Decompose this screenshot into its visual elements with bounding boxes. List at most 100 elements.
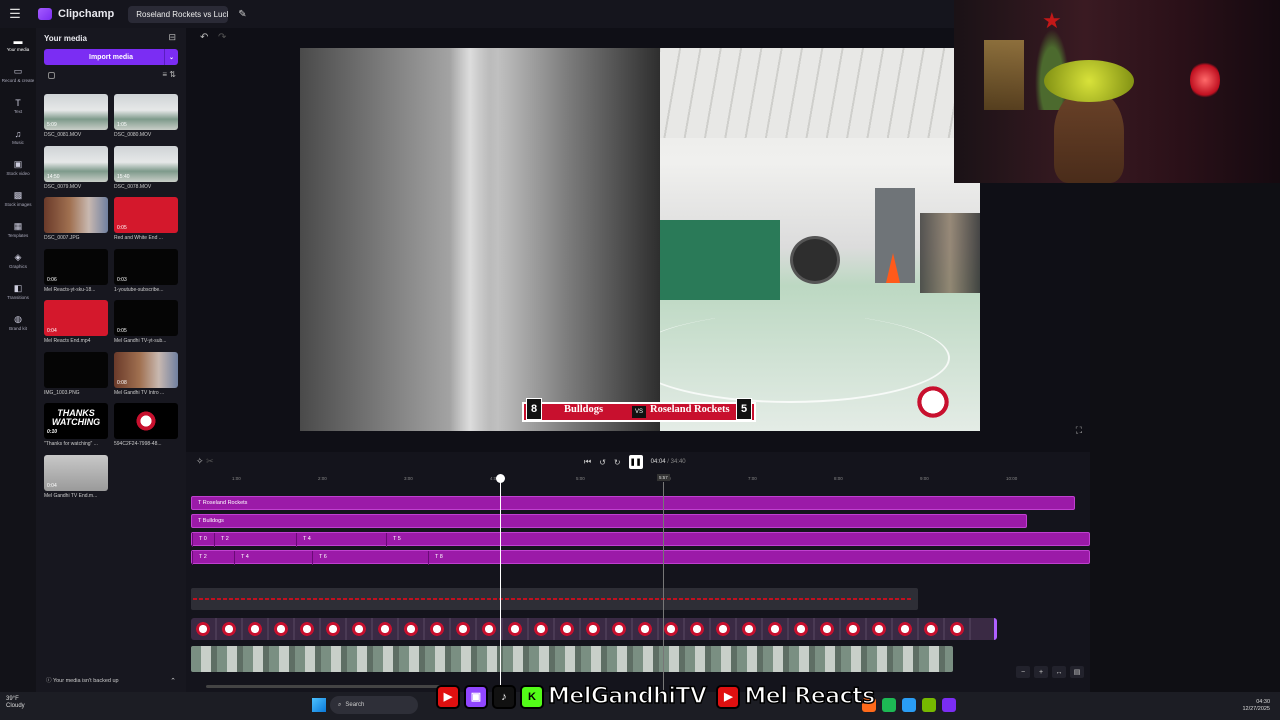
magic-icon[interactable]: ✧	[196, 456, 204, 466]
collapse-panel-icon[interactable]: ⊟	[168, 32, 176, 43]
media-item[interactable]: 594C2F24-7998-48...	[114, 403, 178, 455]
text-clip[interactable]: T 8	[428, 551, 443, 565]
timeline: ✧ ✂ ⏮ ↺ ↻ ❚❚ 04:04 / 34:40 1:00 2:00 3:0…	[186, 452, 1090, 692]
text-clip[interactable]: T 0	[192, 533, 207, 547]
text-clip[interactable]: T 6	[312, 551, 327, 565]
playback-controls: ⏮ ↺ ↻ ❚❚ 04:04 / 34:40	[584, 455, 686, 469]
nav-text[interactable]: T Text	[0, 90, 36, 121]
logo-frame-icon	[897, 621, 913, 637]
skip-back-icon[interactable]: ⏮	[584, 457, 591, 467]
media-item[interactable]: 0:04 Mel Reacts End.mp4	[44, 300, 108, 352]
video-clip[interactable]	[191, 646, 953, 672]
nav-transitions[interactable]: ◧ Transitions	[0, 276, 36, 307]
chevron-up-icon[interactable]: ⌃	[170, 677, 176, 685]
media-thumbnail: 0:04	[44, 300, 108, 336]
taskbar-search[interactable]: ⌕ Search	[330, 696, 418, 714]
chevron-down-icon[interactable]: ⌄	[164, 49, 178, 65]
media-item[interactable]: 0:06 Mel Reacts-yt-sku-18...	[44, 248, 108, 301]
nav-your-media[interactable]: ▬ Your media	[0, 28, 36, 59]
logo-clip[interactable]	[191, 618, 997, 640]
media-item[interactable]: 0:05 Mel Gandhi TV-yt-sub...	[114, 300, 178, 352]
playhead[interactable]	[500, 476, 501, 692]
zoom-in-icon[interactable]: +	[1034, 666, 1048, 678]
media-item[interactable]: 1:05 DSC_0080.MOV	[114, 94, 178, 146]
fit-icon[interactable]: ↔	[1052, 666, 1066, 678]
media-item[interactable]: 0:04 Mel Gandhi TV End.m...	[44, 454, 108, 507]
sort-filter-icon[interactable]: ≡ ⇅	[162, 70, 176, 79]
logo-frame-icon	[299, 621, 315, 637]
tiktok-icon: ♪	[492, 684, 516, 709]
media-item[interactable]: 15:40 DSC_0078.MOV	[114, 145, 178, 198]
project-title-field[interactable]: Roseland Rockets vs Lucky L	[128, 5, 229, 23]
media-item[interactable]: 14:50 DSC_0079.MOV	[44, 145, 108, 198]
media-thumbnail: 15:40	[114, 145, 178, 182]
forward-5-icon[interactable]: ↻	[614, 458, 621, 467]
nav-record-create[interactable]: ▭ Record & create	[0, 59, 36, 90]
text-clip[interactable]: T 5	[386, 533, 401, 547]
rewind-5-icon[interactable]: ↺	[599, 458, 606, 467]
nvidia-icon[interactable]	[922, 698, 936, 712]
logo-frame-icon	[741, 621, 757, 637]
nav-graphics[interactable]: ◈ Graphics	[0, 245, 36, 276]
home-score: 8	[526, 398, 542, 420]
system-clock[interactable]: 04:30 12/27/2025	[1242, 699, 1270, 713]
backup-status[interactable]: ⓘ Your media isn't backed up	[46, 676, 119, 684]
playhead-handle[interactable]	[496, 474, 505, 483]
text-clip-roseland[interactable]: T Roseland Rockets	[191, 496, 1075, 510]
media-item[interactable]: THANKS WATCHING 0:10 "Thanks for watching" …	[44, 403, 108, 455]
redo-icon[interactable]: ↷	[218, 32, 226, 43]
nav-templates[interactable]: ▦ Templates	[0, 214, 36, 245]
fullscreen-icon[interactable]: ⛶	[1076, 425, 1082, 436]
time-ruler[interactable]: 1:00 2:00 3:00 4:00 5:00 6:00 7:00 8:00 …	[186, 474, 1090, 484]
undo-icon[interactable]: ↶	[200, 32, 208, 43]
media-item[interactable]: 5:09 DSC_0081.MOV	[44, 94, 108, 146]
audio-clip[interactable]	[191, 588, 918, 610]
edge-icon[interactable]	[902, 698, 916, 712]
spotify-icon[interactable]	[882, 698, 896, 712]
zoom-out-icon[interactable]: −	[1016, 666, 1030, 678]
score-track-home[interactable]: T 0 T 2 T 4 T 5	[191, 532, 1090, 547]
camera-icon: ▭	[13, 66, 23, 76]
fan-image	[790, 236, 840, 284]
menu-icon[interactable]: ☰	[0, 0, 30, 28]
nav-stock-video[interactable]: ▣ Stock video	[0, 152, 36, 183]
taskbar-center: ⌕ Search	[312, 696, 418, 714]
import-media-button[interactable]: Import media ⌄	[44, 49, 178, 65]
logo-frame-icon	[195, 621, 211, 637]
video-preview[interactable]: 8 Bulldogs VS Roseland Rockets 5	[300, 48, 980, 431]
score-track-away[interactable]: T 2 T 4 T 6 T 8	[191, 550, 1090, 565]
split-icon[interactable]: ✂	[206, 456, 214, 466]
text-clip[interactable]: T 2	[214, 533, 229, 547]
media-item[interactable]: 0:08 Mel Gandhi TV Intro ...	[114, 351, 178, 404]
weather-widget[interactable]: 39°F Cloudy	[6, 696, 25, 710]
timeline-scrollbar[interactable]	[206, 685, 456, 688]
nav-music[interactable]: ♫ Music	[0, 121, 36, 152]
media-item[interactable]: DSC_0007.JPG	[44, 197, 108, 249]
magic-wand-icon[interactable]: ✎	[238, 9, 246, 20]
nav-brand-kit[interactable]: ◍ Brand kit	[0, 307, 36, 338]
spectators-image	[920, 213, 980, 293]
vs-badge: VS	[632, 406, 646, 418]
media-item[interactable]: 0:03 1-youtube-subscribe...	[114, 248, 178, 301]
select-all-checkbox[interactable]	[48, 72, 55, 79]
nav-stock-images[interactable]: ▩ Stock images	[0, 183, 36, 214]
logo-frame-icon	[455, 621, 471, 637]
channel-name: MelGandhiTV	[547, 683, 707, 710]
text-clip[interactable]: T 4	[296, 533, 311, 547]
logo-frame-icon	[793, 621, 809, 637]
text-clip[interactable]: T 4	[234, 551, 249, 565]
pause-button[interactable]: ❚❚	[628, 455, 643, 469]
youtube-icon: ▶	[436, 684, 460, 709]
text-icon: T	[15, 97, 21, 108]
clipchamp-icon[interactable]	[942, 698, 956, 712]
logo-frame-icon	[429, 621, 445, 637]
media-item[interactable]: IMG_1003.PNG	[44, 351, 108, 404]
brand-icon: ◍	[14, 314, 22, 324]
media-item[interactable]: 0:05 Red and White End ...	[114, 197, 178, 249]
logo-frame-icon	[273, 621, 289, 637]
text-clip[interactable]: T 2	[192, 551, 207, 565]
windows-start-icon[interactable]	[312, 698, 326, 712]
text-clip-bulldogs[interactable]: T Bulldogs	[191, 514, 1027, 528]
layout-icon[interactable]: ▤	[1070, 666, 1084, 678]
logo-frame-icon	[377, 621, 393, 637]
